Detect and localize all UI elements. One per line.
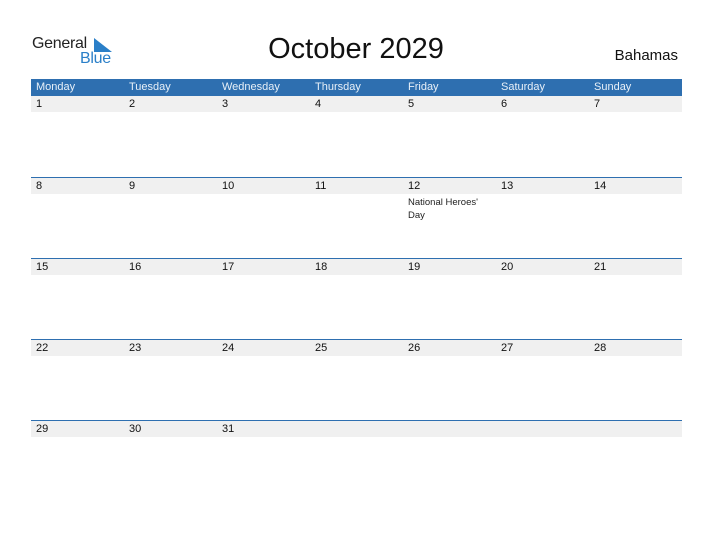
day-event xyxy=(310,356,403,358)
day-event xyxy=(496,112,589,114)
weekday-friday: Friday xyxy=(408,81,439,93)
week-row: 22 23 24 25 26 27 28 xyxy=(31,339,682,420)
day-event xyxy=(124,275,217,277)
day-event xyxy=(589,437,682,439)
day-event xyxy=(217,275,310,277)
day-number xyxy=(496,421,589,437)
calendar-grid: Monday Tuesday Wednesday Thursday Friday… xyxy=(31,79,682,501)
day-number: 9 xyxy=(129,180,136,192)
event-row xyxy=(31,356,682,358)
day-number xyxy=(589,421,682,437)
week-row: 15 16 17 18 19 20 21 xyxy=(31,258,682,339)
day-number: 4 xyxy=(315,98,322,110)
day-number: 25 xyxy=(315,342,328,354)
day-number: 27 xyxy=(501,342,514,354)
day-event xyxy=(217,437,310,439)
day-event xyxy=(217,112,310,114)
day-event xyxy=(496,194,589,222)
week-row: 8 9 10 11 12 13 14 National Heroes' Day xyxy=(31,177,682,258)
day-number: 21 xyxy=(594,261,607,273)
day-number: 11 xyxy=(315,180,327,192)
weekday-thursday: Thursday xyxy=(315,81,361,93)
day-number: 15 xyxy=(36,261,49,273)
day-number: 29 xyxy=(36,423,49,435)
day-number-row: 29 30 31 xyxy=(31,421,682,437)
day-number: 24 xyxy=(222,342,235,354)
weekday-header: Monday Tuesday Wednesday Thursday Friday… xyxy=(31,79,682,96)
event-row xyxy=(31,437,682,439)
day-number: 5 xyxy=(408,98,415,110)
day-event xyxy=(31,112,124,114)
day-event xyxy=(589,194,682,222)
day-number: 17 xyxy=(222,261,235,273)
day-number: 14 xyxy=(594,180,607,192)
day-event xyxy=(496,356,589,358)
weekday-sunday: Sunday xyxy=(594,81,632,93)
day-event xyxy=(589,112,682,114)
day-event xyxy=(217,356,310,358)
day-event xyxy=(124,194,217,222)
day-event xyxy=(31,194,124,222)
day-number: 26 xyxy=(408,342,421,354)
day-number-row: 8 9 10 11 12 13 14 xyxy=(31,178,682,194)
day-number: 3 xyxy=(222,98,229,110)
day-number: 30 xyxy=(129,423,142,435)
calendar-title: October 2029 xyxy=(268,33,444,65)
day-number-row: 22 23 24 25 26 27 28 xyxy=(31,340,682,356)
day-number: 8 xyxy=(36,180,43,192)
day-event xyxy=(589,275,682,277)
day-event xyxy=(310,112,403,114)
day-number-row: 1 2 3 4 5 6 7 xyxy=(31,96,682,112)
day-event xyxy=(124,356,217,358)
day-event xyxy=(310,275,403,277)
day-number-row: 15 16 17 18 19 20 21 xyxy=(31,259,682,275)
day-number: 20 xyxy=(501,261,514,273)
day-number: 23 xyxy=(129,342,142,354)
day-event xyxy=(403,437,496,439)
day-event xyxy=(403,275,496,277)
day-number: 28 xyxy=(594,342,607,354)
day-event: National Heroes' Day xyxy=(408,197,478,221)
day-number: 16 xyxy=(129,261,142,273)
day-number: 1 xyxy=(36,98,43,110)
day-number: 19 xyxy=(408,261,421,273)
event-row xyxy=(31,112,682,114)
day-number: 31 xyxy=(222,423,235,435)
day-event xyxy=(124,112,217,114)
country-label: Bahamas xyxy=(614,47,678,64)
event-row xyxy=(31,275,682,277)
event-row: National Heroes' Day xyxy=(31,194,682,222)
day-event xyxy=(403,356,496,358)
day-number: 18 xyxy=(315,261,328,273)
day-number xyxy=(403,421,496,437)
day-event xyxy=(496,437,589,439)
day-event xyxy=(31,437,124,439)
day-event xyxy=(403,112,496,114)
day-event xyxy=(496,275,589,277)
day-number: 10 xyxy=(222,180,235,192)
day-event xyxy=(124,437,217,439)
week-row: 29 30 31 xyxy=(31,420,682,501)
day-number: 7 xyxy=(594,98,601,110)
day-event xyxy=(589,356,682,358)
day-event xyxy=(31,356,124,358)
day-number: 2 xyxy=(129,98,136,110)
weekday-tuesday: Tuesday xyxy=(129,81,171,93)
week-row: 1 2 3 4 5 6 7 xyxy=(31,96,682,177)
day-event xyxy=(31,275,124,277)
day-event xyxy=(310,194,403,222)
day-number: 6 xyxy=(501,98,508,110)
day-event xyxy=(217,194,310,222)
weekday-saturday: Saturday xyxy=(501,81,546,93)
day-number: 13 xyxy=(501,180,514,192)
day-number: 12 xyxy=(408,180,421,192)
day-number: 22 xyxy=(36,342,49,354)
weekday-monday: Monday xyxy=(36,81,76,93)
day-event xyxy=(310,437,403,439)
day-number xyxy=(310,421,403,437)
weekday-wednesday: Wednesday xyxy=(222,81,280,93)
